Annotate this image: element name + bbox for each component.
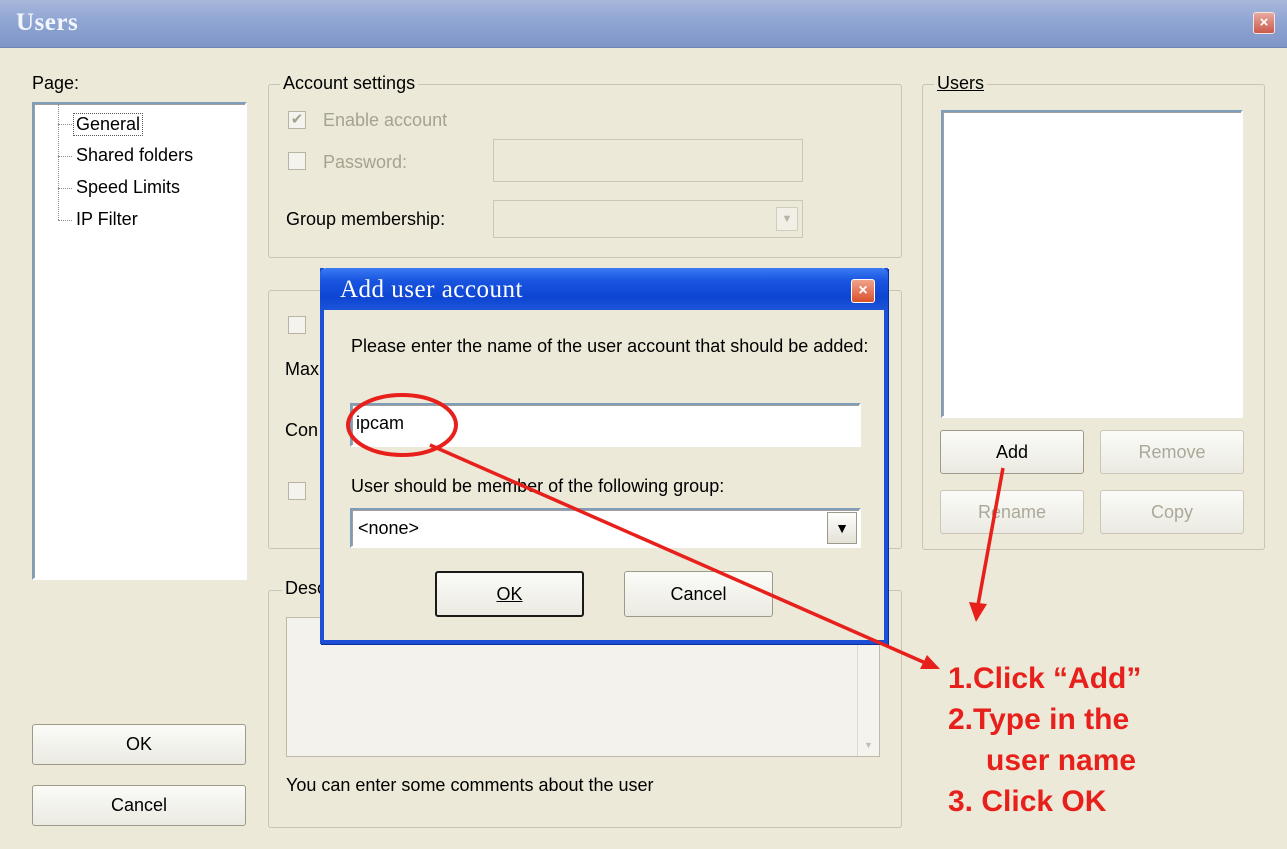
arrow-line-to-input — [429, 443, 931, 667]
instruction-step-2b: user name — [986, 744, 1137, 777]
arrow-line-to-add — [976, 467, 1005, 606]
instructions: 1.Click “Add” 2.Type in the user name 3.… — [948, 658, 1141, 822]
instruction-step-1: 1.Click “Add” — [948, 662, 1142, 695]
arrow-head — [969, 602, 987, 622]
highlight-circle — [346, 393, 458, 457]
instruction-step-2: 2.Type in the — [948, 703, 1130, 736]
instruction-step-3: 3. Click OK — [948, 785, 1107, 818]
